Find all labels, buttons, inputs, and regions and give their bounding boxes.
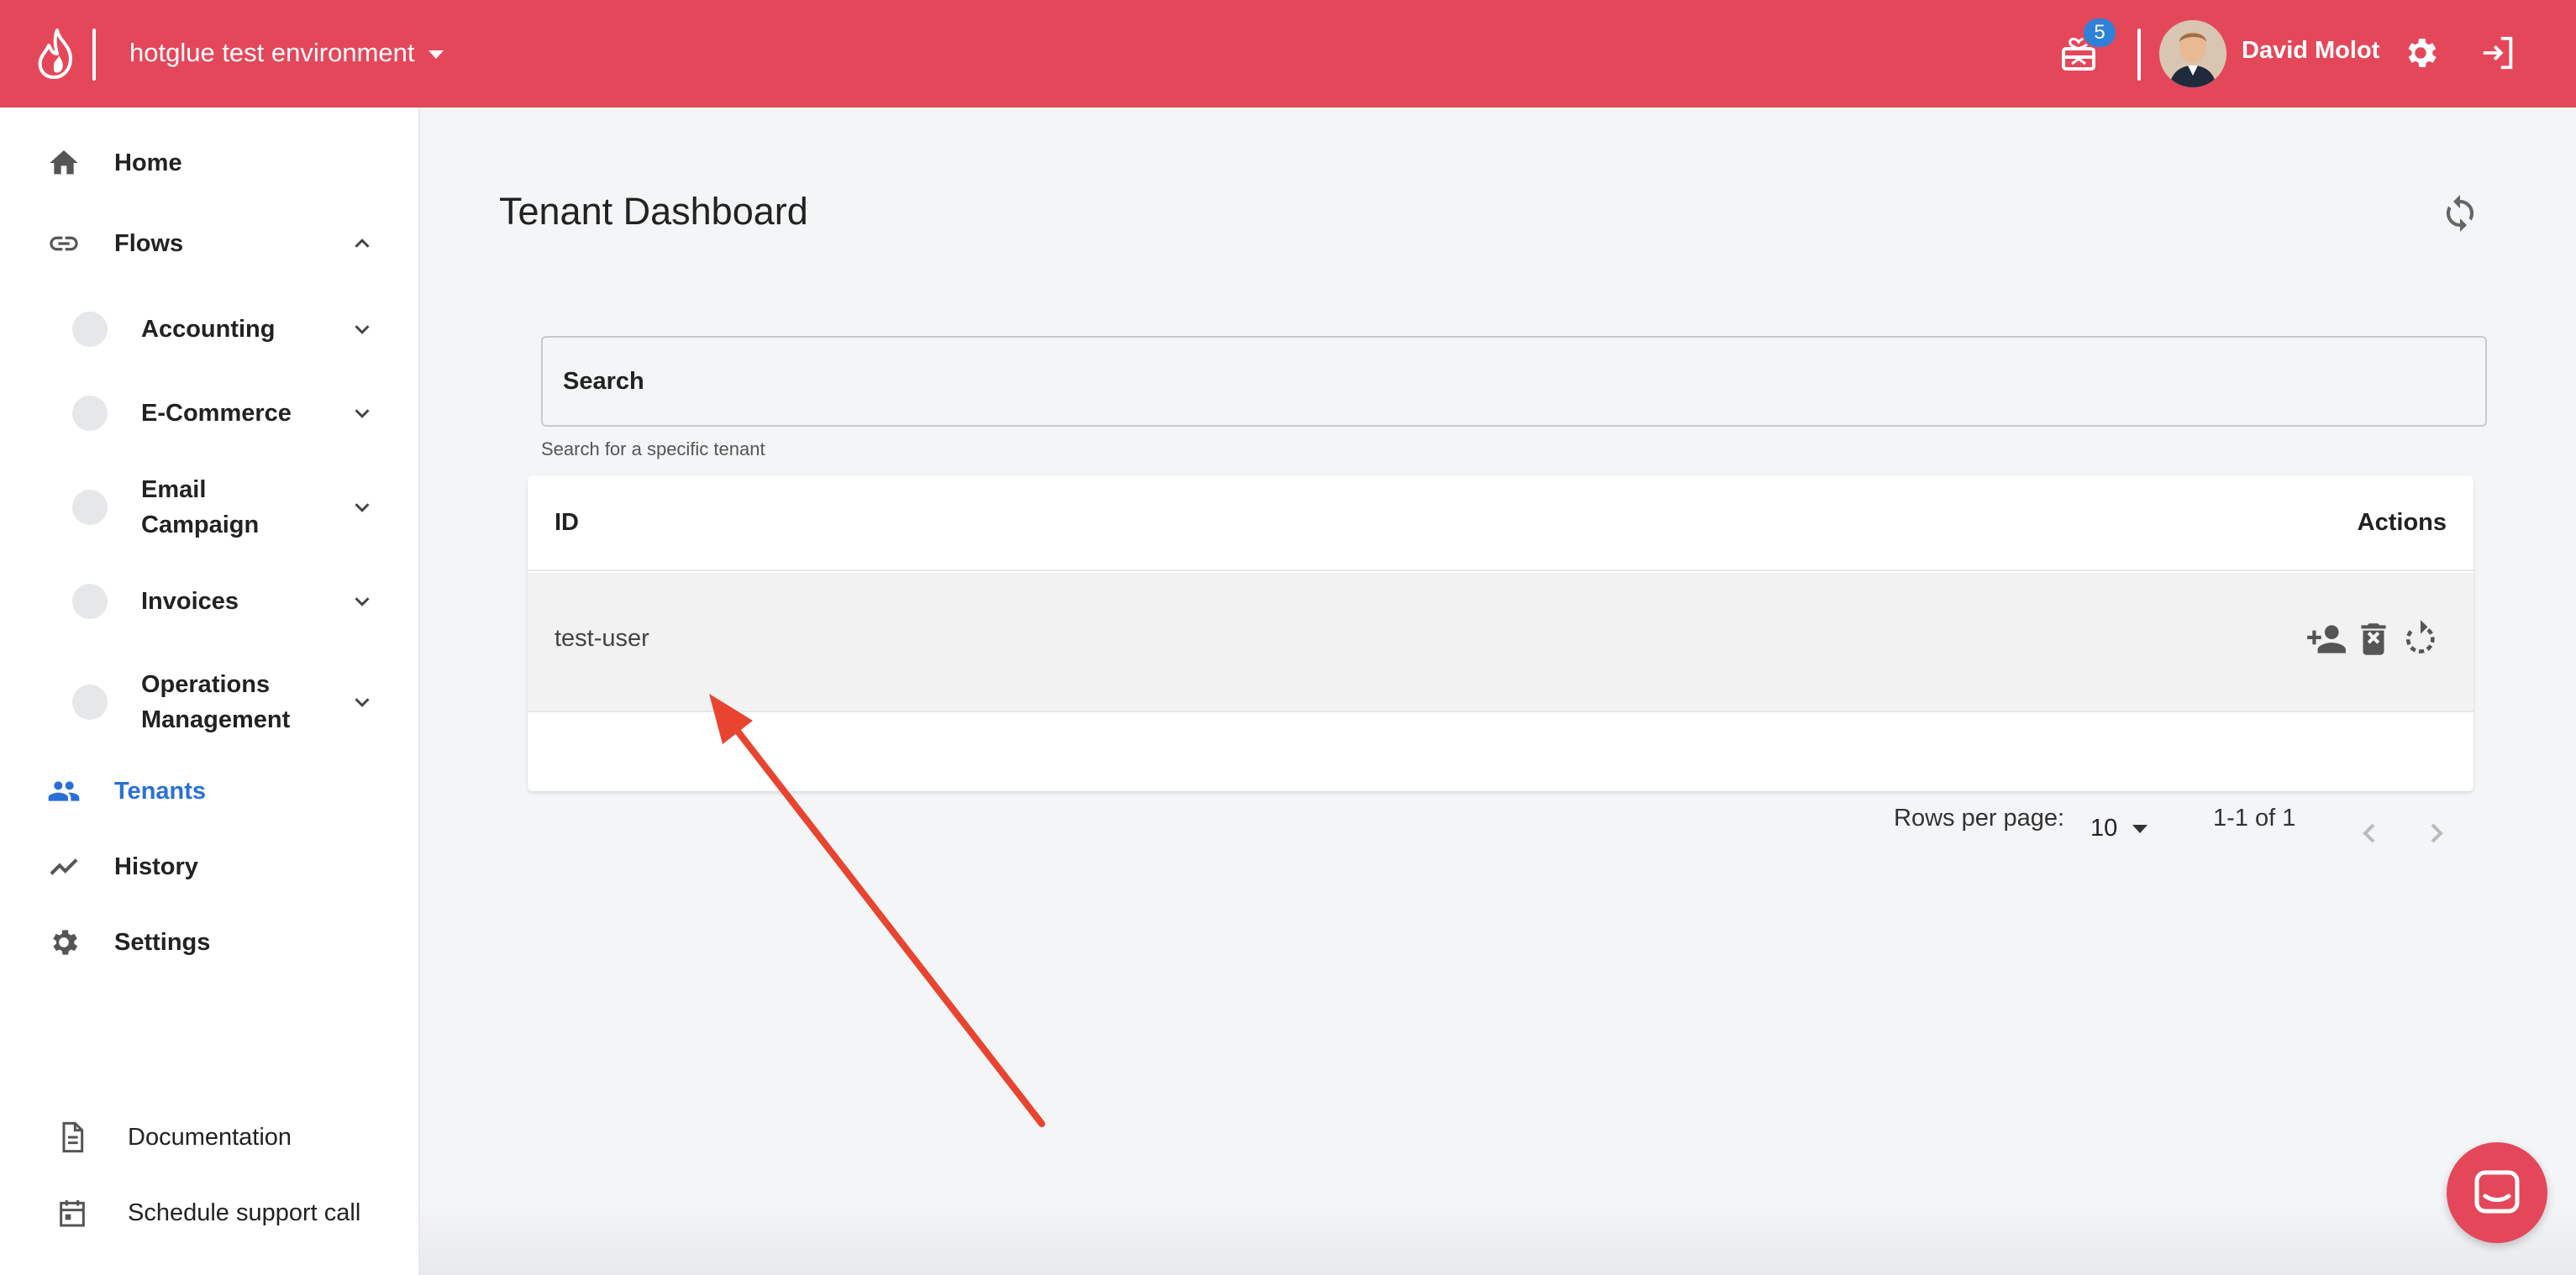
sidebar-item-label: Home [114, 150, 182, 176]
sidebar-item-home[interactable]: Home [0, 139, 420, 186]
hotglue-flame-logo[interactable] [34, 29, 81, 79]
flow-item-invoices[interactable]: Invoices [0, 575, 420, 628]
previous-page-icon[interactable] [2353, 816, 2386, 850]
document-icon [62, 1121, 84, 1153]
bottom-shade [420, 1201, 2576, 1275]
operations-management-icon [72, 685, 108, 720]
e-commerce-icon [72, 396, 108, 431]
chevron-down-icon [428, 50, 444, 59]
refresh-icon[interactable] [2440, 193, 2480, 233]
sidebar-item-tenants[interactable]: Tenants [0, 768, 420, 815]
sidebar-item-flows[interactable]: Flows [0, 220, 420, 267]
rows-per-page-label: Rows per page: [1894, 805, 2065, 832]
home-icon [50, 150, 78, 175]
invoices-icon [72, 584, 108, 619]
gear-icon[interactable] [2401, 34, 2440, 72]
tenants-table: ID Actions test-user [528, 475, 2473, 791]
flow-label: Campaign [141, 512, 260, 538]
tenant-id[interactable]: test-user [555, 625, 649, 653]
chevron-down-icon [355, 325, 370, 334]
notification-badge: 5 [2082, 17, 2117, 49]
add-person-icon[interactable] [2305, 618, 2347, 660]
column-header-actions: Actions [2357, 509, 2447, 536]
sidebar-item-history[interactable]: History [0, 843, 420, 890]
delete-icon[interactable] [2353, 618, 2395, 660]
search-field [541, 336, 2487, 427]
flow-item-email-campaign[interactable]: Email Campaign [0, 464, 420, 551]
email-campaign-icon [72, 490, 108, 525]
documentation-link[interactable]: Documentation [0, 1112, 420, 1162]
search-input[interactable] [563, 363, 2462, 400]
search-helper-text: Search for a specific tenant [541, 438, 765, 459]
header-divider [92, 29, 96, 81]
flow-label: Invoices [141, 588, 239, 615]
column-header-id[interactable]: ID [555, 509, 579, 537]
sidebar-item-label: Flows [114, 230, 184, 257]
flow-label: E-Commerce [141, 400, 292, 427]
logout-icon[interactable] [2479, 34, 2517, 72]
flow-label: Accounting [141, 316, 276, 343]
schedule-support-link[interactable]: Schedule support call [0, 1188, 420, 1238]
sidebar: Home Flows Accounting E-Commerce Email C… [0, 108, 420, 1275]
support-label: Schedule support call [128, 1199, 361, 1226]
top-bar: hotglue test environment 5 David Molot [0, 0, 2576, 108]
reset-icon[interactable] [2400, 618, 2442, 660]
environment-name: hotglue test environment [129, 38, 415, 67]
flow-label: Email [141, 476, 207, 503]
flow-label: Operations [141, 671, 271, 698]
accounting-icon [72, 312, 108, 347]
chevron-down-icon [355, 409, 370, 418]
link-icon [50, 236, 78, 251]
chevron-down-icon [355, 698, 370, 707]
chevron-down-icon [2132, 824, 2148, 833]
next-page-icon[interactable] [2420, 816, 2453, 850]
chat-launcher-button[interactable] [2447, 1142, 2547, 1243]
rows-per-page-value: 10 [2090, 815, 2118, 842]
sidebar-item-settings[interactable]: Settings [0, 919, 420, 966]
sidebar-item-label: History [114, 853, 198, 880]
chevron-down-icon [355, 597, 370, 606]
table-header: ID Actions [528, 475, 2473, 571]
people-icon [48, 781, 80, 801]
header-divider [2137, 29, 2141, 81]
chat-icon [2474, 1170, 2520, 1214]
flow-item-e-commerce[interactable]: E-Commerce [0, 386, 420, 440]
page-title: Tenant Dashboard [499, 190, 808, 233]
table-row[interactable]: test-user [528, 573, 2473, 712]
rows-per-page-select[interactable]: 10 [2090, 815, 2148, 842]
sidebar-item-label: Settings [114, 929, 211, 956]
sidebar-item-label: Tenants [114, 778, 207, 805]
trending-icon [50, 858, 78, 875]
documentation-label: Documentation [128, 1124, 292, 1151]
flow-label: Management [141, 706, 291, 733]
flow-item-operations-management[interactable]: Operations Management [0, 658, 420, 746]
environment-selector[interactable]: hotglue test environment [129, 32, 444, 74]
user-name[interactable]: David Molot [2242, 37, 2379, 65]
calendar-icon [60, 1200, 85, 1227]
avatar[interactable] [2159, 20, 2226, 87]
chevron-up-icon [355, 239, 370, 248]
chevron-down-icon [355, 503, 370, 512]
flow-item-accounting[interactable]: Accounting [0, 302, 420, 356]
gear-icon [53, 930, 78, 955]
pagination-range: 1-1 of 1 [2213, 805, 2296, 832]
